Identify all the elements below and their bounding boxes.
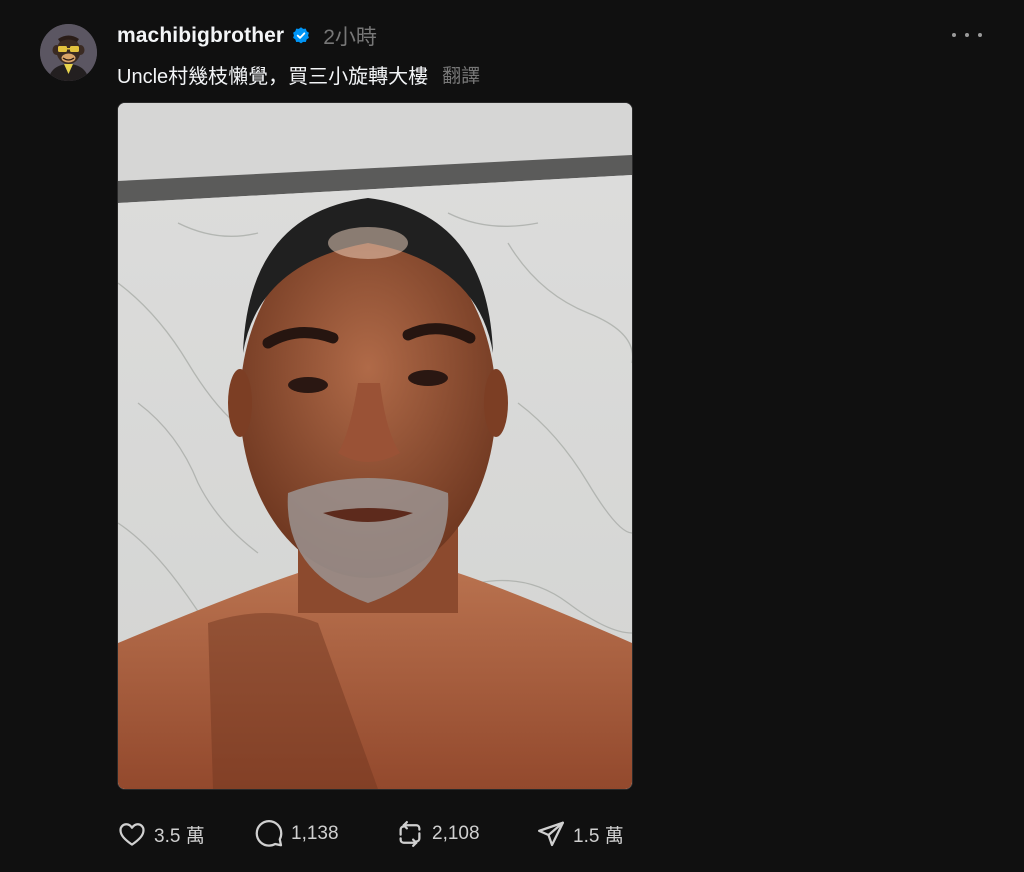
action-bar: 3.5 萬 1,138 2,108 1.5 萬 [117,814,656,854]
repost-icon [399,821,421,847]
repost-count: 2,108 [432,823,480,844]
reply-button[interactable]: 1,138 [254,814,395,854]
thread-post: machibigbrother 2小時 Uncle村幾枝懶覺，買三小旋轉大樓 翻… [0,0,1024,872]
like-count: 3.5 萬 [154,825,205,847]
send-icon [538,821,564,847]
caption-text: Uncle村幾枝懶覺，買三小旋轉大樓 [117,65,429,88]
like-button[interactable]: 3.5 萬 [117,814,254,854]
post-caption: Uncle村幾枝懶覺，買三小旋轉大樓 翻譯 [117,58,480,90]
share-button[interactable]: 1.5 萬 [536,814,656,854]
ape-avatar-icon [40,24,97,81]
share-count: 1.5 萬 [573,825,624,847]
post-header: machibigbrother 2小時 [117,20,377,52]
heart-icon [119,823,145,846]
selfie-photo [118,103,632,789]
post-timestamp[interactable]: 2小時 [323,21,377,51]
avatar[interactable] [40,24,97,81]
post-image[interactable] [117,102,633,790]
username[interactable]: machibigbrother [117,24,284,48]
repost-button[interactable]: 2,108 [395,814,536,854]
verified-badge-icon [291,26,311,46]
more-options-icon[interactable] [952,26,982,44]
reply-count: 1,138 [291,823,339,844]
translate-link[interactable]: 翻譯 [442,61,480,88]
comment-icon [255,820,283,847]
